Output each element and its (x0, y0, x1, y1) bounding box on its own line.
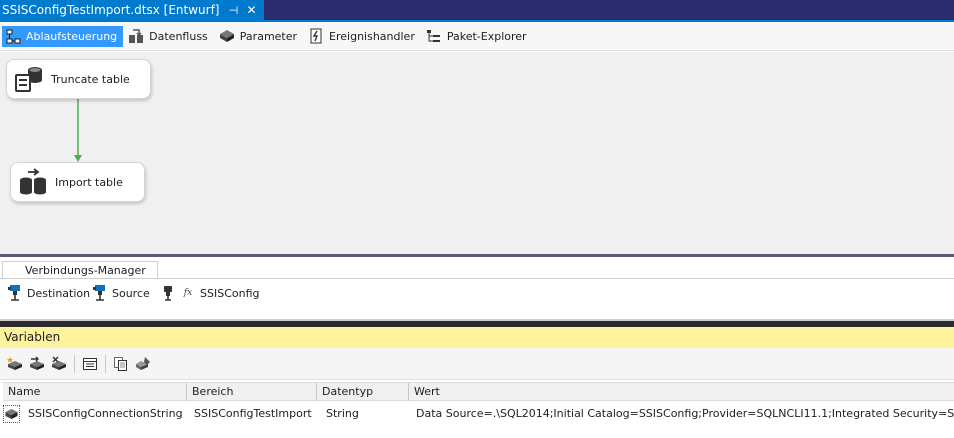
column-header-name[interactable]: Name (3, 383, 187, 401)
variable-icon (3, 405, 20, 423)
cell-name[interactable]: SSISConfigConnectionString (23, 402, 187, 426)
toolbar-separator (74, 354, 75, 373)
task-truncate-table[interactable]: Truncate table (6, 59, 151, 99)
delete-variable-icon[interactable] (48, 353, 70, 375)
parameterize-icon[interactable] (132, 353, 154, 375)
tab-control-flow[interactable]: Ablaufsteuerung (2, 25, 124, 47)
data-flow-task-icon (17, 167, 49, 197)
execute-sql-task-icon (13, 64, 45, 94)
tab-event-handler[interactable]: Ereignishandler (305, 26, 421, 47)
cell-value[interactable]: Data Source=.\SQL2014;Initial Catalog=SS… (411, 402, 954, 426)
table-row[interactable]: SSISConfigConnectionString SSISConfigTes… (3, 402, 954, 426)
variables-window-title: Variablen (0, 327, 954, 348)
task-label: Import table (55, 175, 123, 189)
toolbar-separator (105, 354, 106, 373)
task-label: Truncate table (51, 72, 130, 86)
package-explorer-icon (426, 28, 442, 44)
tab-label: Ereignishandler (329, 29, 415, 43)
oledb-connection-icon (92, 285, 108, 301)
close-icon[interactable]: ✕ (246, 3, 258, 17)
document-tab-strip: SSISConfigTestImport.dtsx [Entwurf] ⊣ ✕ (0, 0, 954, 22)
oledb-connection-icon (7, 285, 23, 301)
precedence-constraint[interactable] (72, 98, 84, 164)
control-flow-canvas[interactable]: Truncate table Import table (0, 52, 954, 254)
tab-data-flow[interactable]: Datenfluss (125, 26, 214, 47)
parameter-icon (219, 28, 235, 44)
control-flow-icon (5, 28, 21, 44)
connection-label: Source (112, 286, 150, 300)
connection-ssisconfig[interactable]: fx SSISConfig (160, 285, 260, 301)
cell-scope[interactable]: SSISConfigTestImport (189, 402, 317, 426)
connection-source[interactable]: Source (92, 285, 150, 301)
cell-type[interactable]: String (321, 402, 409, 426)
move-variable-icon[interactable] (26, 353, 48, 375)
connection-manager-list[interactable]: Destination Source fx SSISConfig (0, 278, 954, 318)
data-flow-icon (128, 28, 144, 44)
tab-package-explorer[interactable]: Paket-Explorer (423, 26, 533, 47)
document-tab-title: SSISConfigTestImport.dtsx [Entwurf] (2, 3, 220, 17)
connection-destination[interactable]: Destination (7, 285, 90, 301)
document-tab[interactable]: SSISConfigTestImport.dtsx [Entwurf] ⊣ ✕ (0, 0, 264, 20)
tab-parameter[interactable]: Parameter (216, 26, 303, 47)
add-variable-icon[interactable] (4, 353, 26, 375)
column-header-type[interactable]: Datentyp (317, 383, 409, 401)
connection-plug-icon (160, 285, 176, 301)
tab-label: Ablaufsteuerung (26, 29, 118, 43)
column-header-scope[interactable]: Bereich (187, 383, 317, 401)
variables-grid: Name Bereich Datentyp Wert SSISConfigCon… (0, 380, 954, 438)
tab-label: Paket-Explorer (446, 29, 527, 43)
tab-label: Datenfluss (149, 29, 208, 43)
event-handler-icon (308, 28, 324, 44)
task-import-table[interactable]: Import table (10, 162, 145, 202)
grid-header: Name Bereich Datentyp Wert (3, 382, 954, 401)
connection-manager-panel: Verbindungs-Manager Destination Source f… (0, 257, 954, 319)
column-header-value[interactable]: Wert (409, 383, 954, 401)
designer-tabs: Ablaufsteuerung Datenfluss Parameter Ere… (0, 22, 954, 51)
variables-toolbar (0, 348, 954, 380)
tab-label: Parameter (239, 29, 298, 43)
connection-label: SSISConfig (200, 286, 260, 300)
copy-icon[interactable] (110, 353, 132, 375)
expression-connection-icon: fx (183, 288, 193, 298)
grid-options-icon[interactable] (79, 353, 101, 375)
connection-manager-header: Verbindungs-Manager (2, 261, 158, 279)
pin-icon[interactable]: ⊣ (228, 4, 240, 17)
connection-label: Destination (27, 286, 91, 300)
panel-splitter[interactable] (0, 319, 954, 327)
